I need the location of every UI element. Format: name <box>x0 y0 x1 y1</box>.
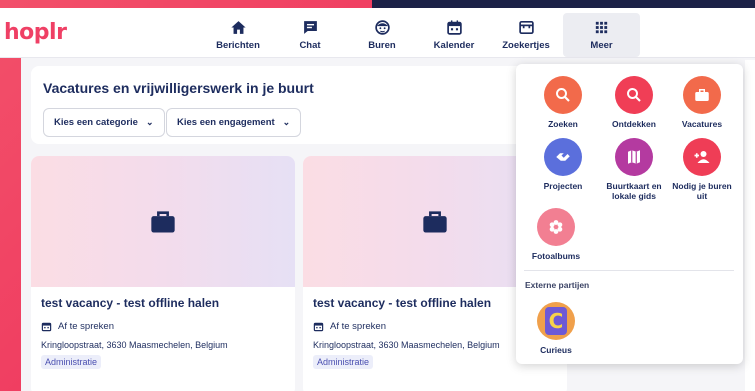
calendar-icon <box>41 322 52 332</box>
chevron-down-icon: ⌄ <box>282 117 291 127</box>
nav-label: Buren <box>368 40 396 51</box>
nav-chat[interactable]: Chat <box>275 13 345 57</box>
menu-item-label: Buurtkaart en lokale gids <box>606 181 662 201</box>
top-navigation: hoplr Berichten Chat Buren Kalender Zoek… <box>0 8 755 58</box>
main-nav: Berichten Chat Buren Kalender Zoekertjes <box>203 8 640 58</box>
divider <box>524 270 734 271</box>
menu-icon-circle <box>544 138 582 176</box>
nav-meer[interactable]: Meer <box>563 13 640 57</box>
grid-icon <box>595 21 608 34</box>
category-tag[interactable]: Administratie <box>41 355 102 369</box>
menu-item-label: Zoeken <box>548 119 578 129</box>
menu-icon-circle <box>683 138 721 176</box>
curieus-logo: C <box>537 302 575 340</box>
nav-label: Meer <box>590 40 613 51</box>
search-icon <box>556 88 570 102</box>
menu-item-fotoalbums[interactable]: Fotoalbums <box>520 208 592 261</box>
engagement-dropdown[interactable]: Kies een engagement ⌄ <box>166 108 302 137</box>
menu-item-nodig-uit[interactable]: Nodig je buren uit <box>666 138 738 201</box>
nav-buren[interactable]: Buren <box>347 13 417 57</box>
menu-item-vacatures[interactable]: Vacatures <box>666 76 738 129</box>
shop-icon <box>518 20 534 35</box>
add-user-icon <box>694 151 710 163</box>
card-address: Kringloopstraat, 3630 Maasmechelen, Belg… <box>313 340 500 350</box>
menu-item-label: Vacatures <box>681 119 723 129</box>
menu-item-label: Curieus <box>540 345 572 355</box>
neighbor-face-icon <box>374 20 390 35</box>
menu-icon-circle <box>615 138 653 176</box>
calendar-icon <box>446 20 462 35</box>
menu-item-label: Nodig je buren uit <box>672 181 732 201</box>
nav-label: Chat <box>299 40 321 51</box>
briefcase-icon <box>695 89 709 101</box>
briefcase-icon <box>423 210 447 232</box>
home-icon <box>230 21 246 34</box>
nav-label: Kalender <box>433 40 475 51</box>
briefcase-icon <box>151 210 175 232</box>
card-date-text: Af te spreken <box>330 321 386 332</box>
menu-item-projecten[interactable]: Projecten <box>527 138 599 191</box>
search-icon <box>627 88 641 102</box>
menu-item-curieus[interactable]: C Curieus <box>520 302 592 355</box>
nav-zoekertjes[interactable]: Zoekertjes <box>491 13 561 57</box>
curieus-logo-letter: C <box>545 307 567 335</box>
card-date-text: Af te spreken <box>58 321 114 332</box>
nav-label: Berichten <box>216 40 260 51</box>
nav-kalender[interactable]: Kalender <box>419 13 489 57</box>
card-image <box>31 156 295 287</box>
card-title[interactable]: test vacancy - test offline halen <box>313 296 491 310</box>
menu-item-label: Projecten <box>543 181 583 191</box>
chat-icon <box>303 21 317 34</box>
category-dropdown-label: Kies een categorie <box>54 117 138 128</box>
map-icon <box>628 150 640 164</box>
category-tag[interactable]: Administratie <box>313 355 374 369</box>
flower-icon <box>549 220 563 234</box>
menu-item-zoeken[interactable]: Zoeken <box>527 76 599 129</box>
menu-icon-circle <box>544 76 582 114</box>
vacancy-card[interactable]: test vacancy - test offline halen Af te … <box>31 156 295 391</box>
page-title: Vacatures en vrijwilligerswerk in je buu… <box>43 80 314 96</box>
menu-icon-circle <box>683 76 721 114</box>
nav-berichten[interactable]: Berichten <box>203 13 273 57</box>
card-date: Af te spreken <box>41 321 114 332</box>
section-heading: Externe partijen <box>525 280 590 290</box>
meer-dropdown-menu: Zoeken Ontdekken Vacatures Projecten Buu… <box>516 64 743 364</box>
vacatures-panel: Vacatures en vrijwilligerswerk in je buu… <box>31 66 551 144</box>
right-edge <box>745 60 755 391</box>
card-title[interactable]: test vacancy - test offline halen <box>41 296 219 310</box>
engagement-dropdown-label: Kies een engagement <box>177 117 275 128</box>
handshake-icon <box>556 153 570 161</box>
menu-icon-circle <box>537 208 575 246</box>
menu-item-label: Ontdekken <box>612 119 656 129</box>
card-address: Kringloopstraat, 3630 Maasmechelen, Belg… <box>41 340 228 350</box>
menu-item-ontdekken[interactable]: Ontdekken <box>598 76 670 129</box>
menu-item-buurtkaart[interactable]: Buurtkaart en lokale gids <box>598 138 670 201</box>
nav-label: Zoekertjes <box>502 40 550 51</box>
app: hoplr Berichten Chat Buren Kalender Zoek… <box>0 0 755 391</box>
card-date: Af te spreken <box>313 321 386 332</box>
calendar-icon <box>313 322 324 332</box>
chevron-down-icon: ⌄ <box>145 117 154 127</box>
menu-icon-circle <box>615 76 653 114</box>
category-dropdown[interactable]: Kies een categorie ⌄ <box>43 108 165 137</box>
hoplr-logo[interactable]: hoplr <box>4 20 67 45</box>
menu-item-label: Fotoalbums <box>531 251 581 261</box>
